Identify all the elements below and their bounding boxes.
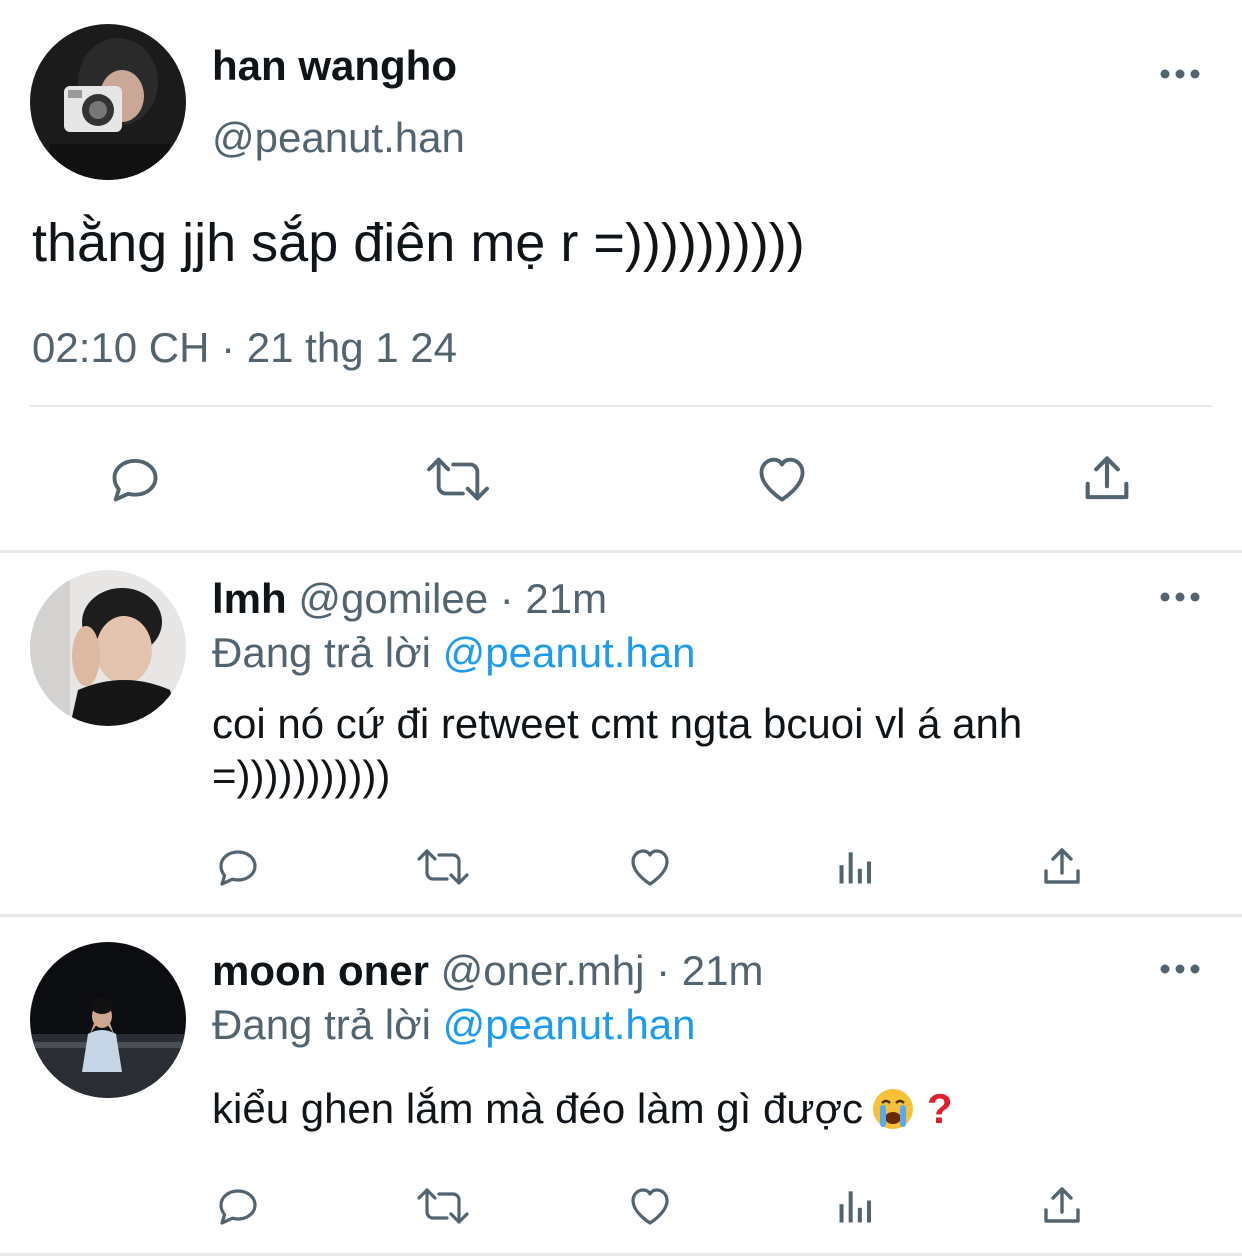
avatar-lmh[interactable]	[30, 570, 186, 726]
main-display-name[interactable]: han wangho	[212, 42, 457, 90]
reply-text: kiểu ghen lắm mà đéo làm gì được	[212, 1085, 863, 1132]
more-options-icon[interactable]	[1160, 963, 1200, 975]
replying-to: Đang trả lời @peanut.han	[212, 628, 695, 678]
replying-to-label: Đang trả lời	[212, 1001, 431, 1048]
tweet-time: 02:10 CH	[32, 324, 210, 371]
retweet-icon[interactable]	[414, 843, 472, 891]
share-icon[interactable]	[1078, 450, 1136, 508]
replying-to-label: Đang trả lời	[212, 629, 431, 676]
reply-text-line: kiểu ghen lắm mà đéo làm gì được?	[212, 1083, 1202, 1135]
share-icon[interactable]	[1038, 1182, 1086, 1230]
main-tweet-text: thằng jjh sắp điên mẹ r =))))))))))	[32, 213, 805, 273]
main-tweet-timestamp[interactable]: 02:10 CH · 21 thg 1 24	[32, 324, 457, 372]
avatar-han-wangho[interactable]	[30, 24, 186, 180]
reply-display-name[interactable]: moon oner	[212, 947, 429, 994]
reply-time[interactable]: 21m	[525, 575, 607, 622]
more-options-icon[interactable]	[1160, 68, 1200, 80]
share-icon[interactable]	[1038, 843, 1086, 891]
red-question-mark-emoji: ?	[926, 1085, 953, 1132]
divider	[0, 550, 1242, 553]
replying-to-handle-link[interactable]: @peanut.han	[443, 629, 696, 676]
retweet-icon[interactable]	[424, 450, 492, 508]
reply-icon[interactable]	[214, 843, 262, 891]
reply-icon[interactable]	[214, 1182, 262, 1230]
reply-header: moon oner @oner.mhj · 21m	[212, 946, 763, 996]
reply-time[interactable]: 21m	[682, 947, 764, 994]
reply-icon[interactable]	[106, 450, 164, 508]
like-icon[interactable]	[625, 1182, 675, 1230]
retweet-icon[interactable]	[414, 1182, 472, 1230]
meta-separator: ·	[221, 324, 236, 371]
reply-handle[interactable]: @oner.mhj	[441, 947, 645, 994]
avatar-moon-oner[interactable]	[30, 942, 186, 1098]
meta-separator: ·	[656, 947, 671, 994]
analytics-icon[interactable]	[834, 1184, 878, 1228]
more-options-icon[interactable]	[1160, 591, 1200, 603]
meta-separator: ·	[499, 575, 514, 622]
replying-to-handle-link[interactable]: @peanut.han	[443, 1001, 696, 1048]
reply-display-name[interactable]: lmh	[212, 575, 287, 622]
main-handle[interactable]: @peanut.han	[212, 114, 465, 162]
divider	[0, 1253, 1242, 1256]
like-icon[interactable]	[625, 843, 675, 891]
crying-face-emoji	[871, 1087, 915, 1131]
divider	[30, 405, 1212, 407]
reply-text: coi nó cứ đi retweet cmt ngta bcuoi vl á…	[212, 700, 1023, 799]
divider	[0, 914, 1242, 917]
like-icon[interactable]	[752, 450, 812, 508]
tweet-date: 21 thg 1 24	[246, 324, 457, 371]
reply-header: lmh @gomilee · 21m	[212, 574, 607, 624]
replying-to: Đang trả lời @peanut.han	[212, 1000, 695, 1050]
analytics-icon[interactable]	[834, 845, 878, 889]
reply-handle[interactable]: @gomilee	[298, 575, 488, 622]
